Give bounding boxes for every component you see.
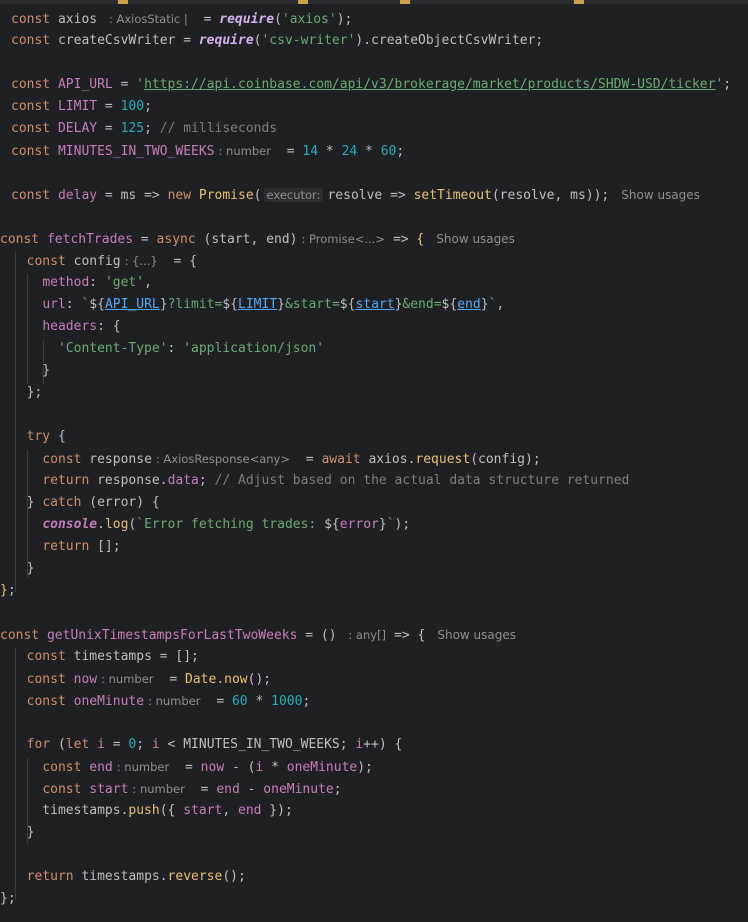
type-hint: : number bbox=[116, 760, 170, 774]
show-usages-link[interactable]: Show usages bbox=[437, 628, 516, 642]
code-line[interactable]: return response.data; // Adjust based on… bbox=[11, 470, 629, 492]
code-line[interactable]: const LIMIT = 100; bbox=[11, 96, 152, 118]
tab-marker bbox=[298, 0, 308, 4]
tab-strip bbox=[0, 0, 748, 4]
type-hint: : number bbox=[218, 144, 271, 158]
type-hint: : any[] bbox=[348, 628, 387, 642]
code-line[interactable]: const createCsvWriter = require('csv-wri… bbox=[11, 30, 543, 52]
tab-marker bbox=[400, 0, 410, 4]
code-line[interactable]: const start: number = end - oneMinute; bbox=[11, 778, 341, 800]
type-hint: : AxiosStatic | bbox=[108, 12, 188, 26]
code-line[interactable]: } bbox=[11, 822, 35, 844]
code-line[interactable]: console.log(`Error fetching trades: ${er… bbox=[11, 514, 410, 536]
code-line[interactable]: const end: number = now - (i * oneMinute… bbox=[11, 756, 373, 778]
code-line[interactable]: } bbox=[11, 360, 50, 382]
code-line[interactable]: const DELAY = 125; // milliseconds bbox=[11, 118, 277, 140]
code-line[interactable]: headers: { bbox=[11, 316, 120, 338]
code-line[interactable]: }; bbox=[0, 888, 16, 910]
code-line[interactable]: const API_URL = 'https://api.coinbase.co… bbox=[11, 74, 731, 96]
type-hint: : Promise<...> bbox=[301, 232, 385, 246]
code-line[interactable]: const delay = ms => new Promise(executor… bbox=[11, 184, 700, 206]
type-hint: : {...} bbox=[124, 254, 158, 268]
code-line[interactable]: } bbox=[11, 558, 35, 580]
type-hint: : number bbox=[101, 672, 154, 686]
code-line[interactable]: const timestamps = []; bbox=[11, 646, 199, 668]
code-line[interactable]: const config: {...} = { bbox=[11, 250, 197, 272]
type-hint: : AxiosResponse<any> bbox=[155, 452, 290, 466]
tab-marker bbox=[118, 0, 128, 4]
show-usages-link[interactable]: Show usages bbox=[621, 188, 700, 202]
code-line[interactable]: const now: number = Date.now(); bbox=[11, 668, 271, 690]
code-line[interactable]: } catch (error) { bbox=[11, 492, 160, 514]
code-line[interactable]: for (let i = 0; i < MINUTES_IN_TWO_WEEKS… bbox=[11, 734, 403, 756]
code-line[interactable]: }; bbox=[0, 580, 16, 602]
tab-marker bbox=[574, 0, 584, 4]
code-line[interactable]: method: 'get', bbox=[11, 272, 152, 294]
code-line[interactable]: const fetchTrades = async (start, end): … bbox=[0, 228, 515, 250]
code-line[interactable]: }; bbox=[11, 382, 43, 404]
code-line[interactable]: url: `${API_URL}?limit=${LIMIT}&start=${… bbox=[11, 294, 504, 316]
code-line[interactable]: const oneMinute: number = 60 * 1000; bbox=[11, 690, 311, 712]
code-line[interactable]: timestamps.push({ start, end }); bbox=[11, 800, 293, 822]
code-line[interactable]: const MINUTES_IN_TWO_WEEKS: number = 14 … bbox=[11, 140, 404, 162]
code-line[interactable]: 'Content-Type': 'application/json' bbox=[11, 338, 324, 360]
type-hint: : number bbox=[132, 782, 185, 796]
code-line[interactable]: return timestamps.reverse(); bbox=[11, 866, 246, 888]
code-line[interactable]: try { bbox=[11, 426, 66, 448]
code-line[interactable]: const axios : AxiosStatic | = require('a… bbox=[11, 8, 352, 30]
code-line[interactable]: const response: AxiosResponse<any> = awa… bbox=[11, 448, 540, 470]
url-link[interactable]: https://api.coinbase.com/api/v3/brokerag… bbox=[144, 77, 715, 92]
code-line[interactable]: return []; bbox=[11, 536, 120, 558]
param-hint: executor: bbox=[263, 188, 324, 202]
code-editor[interactable]: const axios : AxiosStatic | = require('a… bbox=[0, 0, 748, 922]
show-usages-link[interactable]: Show usages bbox=[436, 232, 515, 246]
type-hint: : number bbox=[148, 694, 201, 708]
code-line[interactable]: const getUnixTimestampsForLastTwoWeeks =… bbox=[0, 624, 516, 646]
